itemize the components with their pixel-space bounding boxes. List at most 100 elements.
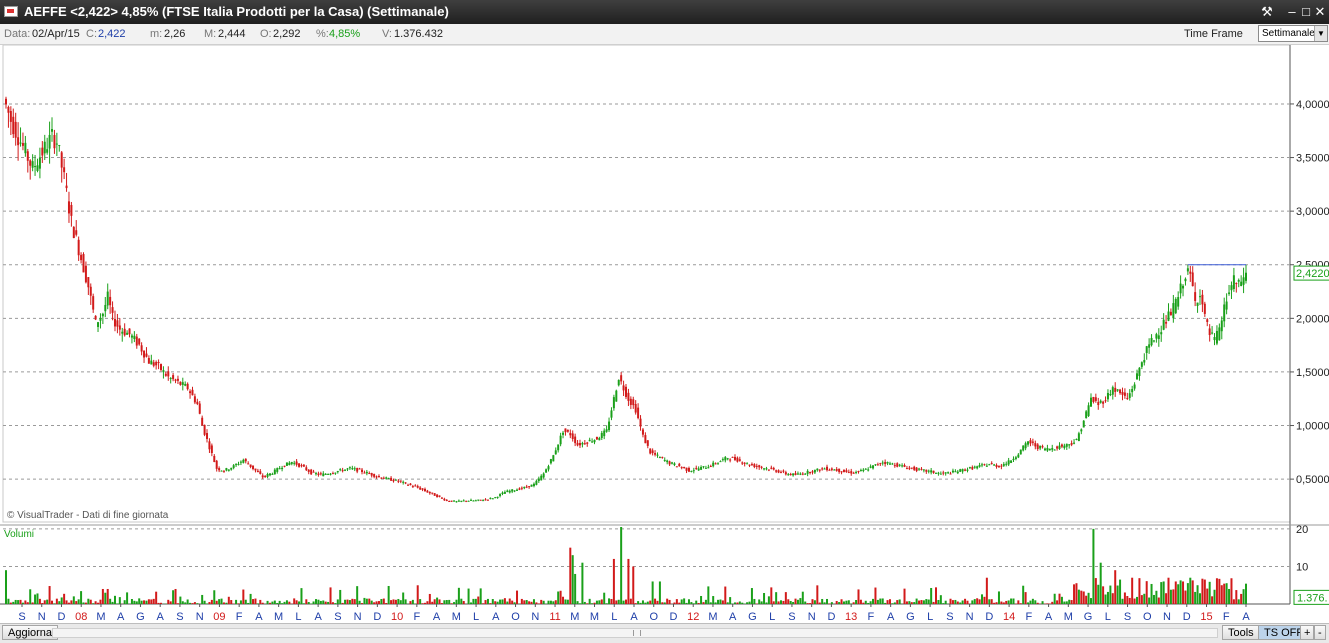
volume-bar — [119, 597, 121, 604]
candle-body — [170, 378, 172, 379]
x-axis-label: O — [649, 611, 658, 623]
volume-bar — [712, 596, 714, 604]
scroll-grip[interactable] — [633, 630, 641, 636]
candle-body — [133, 336, 135, 339]
price-chart[interactable]: 4,00003,50003,00002,50002,00001,50001,00… — [0, 45, 1329, 623]
candle-body — [872, 465, 874, 468]
candle-body — [862, 470, 864, 471]
volume-bar — [485, 600, 487, 604]
window-titlebar: AEFFE <2,422> 4,85% (FTSE Italia Prodott… — [0, 0, 1329, 24]
volume-bar — [182, 601, 184, 604]
volume-bar — [1209, 582, 1211, 604]
candle-body — [627, 393, 629, 401]
volume-bar — [262, 603, 264, 604]
volume-bar — [1025, 592, 1027, 604]
min-value: 2,26 — [164, 28, 185, 40]
candle-body — [913, 467, 915, 470]
candle-body — [22, 143, 24, 146]
candle-body — [656, 455, 658, 456]
candle-body — [293, 463, 295, 464]
volume-bar — [531, 602, 533, 604]
volume-bar — [1054, 594, 1056, 604]
candle-body — [751, 464, 753, 465]
volume-bar — [405, 599, 407, 604]
volume-bar — [1042, 601, 1044, 604]
volume-bar — [150, 599, 152, 604]
volume-bar — [991, 599, 993, 604]
volume-bar — [252, 599, 254, 604]
candle-body — [431, 493, 433, 494]
candle-body — [598, 438, 600, 440]
x-axis-label: 09 — [213, 611, 225, 623]
volume-bar — [1080, 591, 1082, 604]
zoom-out-button[interactable]: - — [1314, 625, 1326, 640]
candle-body — [281, 468, 283, 469]
candle-body — [1148, 344, 1150, 347]
timeframe-select[interactable]: Settimanale ▼ — [1258, 25, 1328, 42]
close-button[interactable]: ✕ — [1312, 4, 1328, 20]
chart-scrollbar[interactable] — [52, 628, 1218, 638]
volume-bar — [400, 600, 402, 604]
volume-bar — [1163, 581, 1165, 604]
candle-body — [104, 305, 106, 311]
candle-body — [1008, 460, 1010, 464]
candle-body — [644, 435, 646, 443]
volume-bar — [1143, 594, 1145, 604]
candle-body — [1092, 397, 1094, 402]
volume-bar — [1051, 602, 1053, 604]
x-axis-label: 12 — [687, 611, 699, 623]
x-axis-label: O — [511, 611, 520, 623]
volume-bar — [804, 602, 806, 604]
volume-bar — [327, 602, 329, 604]
volume-bar — [1075, 583, 1077, 604]
candle-body — [962, 469, 964, 471]
candle-body — [925, 470, 927, 472]
volume-bar — [935, 587, 937, 604]
candle-body — [673, 463, 675, 465]
volume-bar — [673, 603, 675, 604]
candle-body — [601, 433, 603, 438]
volume-bar — [242, 590, 244, 604]
refresh-button[interactable]: Aggiorna — [2, 625, 58, 640]
volume-bar — [102, 589, 104, 604]
volume-bar — [221, 599, 223, 604]
chevron-down-icon[interactable]: ▼ — [1314, 26, 1327, 41]
candle-body — [1114, 388, 1116, 392]
x-axis-label: S — [946, 611, 953, 623]
candle-body — [434, 493, 436, 496]
date-value: 02/Apr/15 — [32, 28, 80, 40]
candle-body — [778, 470, 780, 472]
x-axis-label: O — [1143, 611, 1152, 623]
candle-body — [238, 464, 240, 465]
tools-button[interactable]: Tools — [1222, 625, 1260, 640]
volume-bar — [17, 600, 19, 604]
candle-body — [468, 501, 470, 502]
x-axis-label: S — [788, 611, 795, 623]
volume-bar — [521, 599, 523, 604]
candle-body — [741, 462, 743, 463]
wrench-icon[interactable]: ⚒ — [1259, 4, 1275, 20]
candle-body — [814, 470, 816, 473]
candle-body — [586, 442, 588, 443]
volume-bar — [325, 602, 327, 604]
candle-body — [1238, 280, 1240, 282]
volume-bar — [821, 599, 823, 604]
timeframe-value: Settimanale — [1262, 28, 1315, 39]
candle-body — [686, 468, 688, 471]
volume-bar — [250, 594, 252, 604]
candle-body — [647, 440, 649, 446]
x-axis-label: G — [748, 611, 757, 623]
volume-bar — [1184, 591, 1186, 604]
zoom-in-button[interactable]: + — [1300, 625, 1314, 640]
candle-body — [470, 500, 472, 501]
volume-bar — [32, 602, 34, 604]
candle-body — [649, 449, 651, 454]
volume-bar — [1090, 598, 1092, 604]
candle-body — [99, 318, 101, 321]
volume-bar — [647, 602, 649, 604]
volume-bar — [952, 600, 954, 604]
volume-bar — [1022, 586, 1024, 604]
x-axis-label: M — [1064, 611, 1073, 623]
candle-body — [1131, 389, 1133, 392]
volume-bar — [468, 589, 470, 604]
